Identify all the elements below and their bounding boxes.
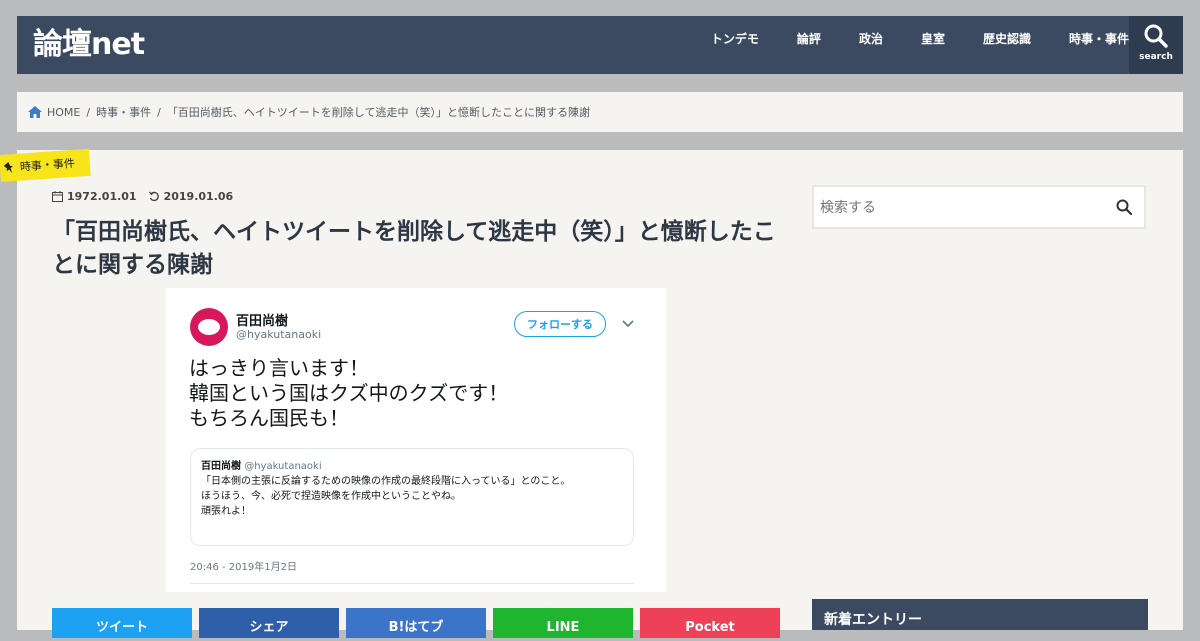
follow-button[interactable]: フォローする	[514, 311, 606, 337]
breadcrumb: HOME / 時事・事件 / 「百田尚樹氏、ヘイトツイートを削除して逃走中（笑）…	[17, 92, 1183, 132]
nav-item-jiji[interactable]: 時事・事件	[1069, 16, 1129, 74]
search-input[interactable]	[818, 195, 1102, 221]
site-logo[interactable]: 論壇net	[33, 30, 145, 60]
sidebar-search	[812, 185, 1146, 229]
tweet-divider	[190, 583, 634, 584]
update-icon	[148, 191, 159, 202]
breadcrumb-current: 「百田尚樹氏、ヘイトツイートを削除して逃走中（笑）」と憶断したことに関する陳謝	[166, 106, 590, 119]
nav-item-seiji[interactable]: 政治	[859, 16, 883, 74]
main-nav: トンデモ 論評 政治 皇室 歴史認識 時事・事件	[673, 16, 1129, 74]
quoted-tweet-line: ほうほう、今、必死で捏造映像を作成中ということやね。	[201, 491, 461, 502]
updated-date: 2019.01.06	[163, 190, 234, 203]
embedded-tweet: 百田尚樹 @hyakutanaoki フォローする はっきり言います！ 韓国とい…	[166, 288, 666, 592]
share-facebook-button[interactable]: シェア	[199, 608, 339, 638]
share-twitter-button[interactable]: ツイート	[52, 608, 192, 638]
share-line-button[interactable]: LINE	[493, 608, 633, 638]
chevron-down-icon[interactable]	[622, 319, 634, 329]
share-pocket-button[interactable]: Pocket	[640, 608, 780, 638]
breadcrumb-category[interactable]: 時事・事件	[96, 104, 151, 120]
site-header: 論壇net トンデモ 論評 政治 皇室 歴史認識 時事・事件 search	[17, 16, 1183, 74]
quoted-tweet-line: 「日本側の主張に反論するための映像の作成の最終段階に入っている」とのこと。	[201, 476, 571, 487]
quoted-author-handle: @hyakutanaoki	[244, 461, 322, 472]
tweet-author-handle[interactable]: @hyakutanaoki	[236, 328, 321, 341]
tweet-line: はっきり言います！	[189, 356, 369, 380]
article-dates: 1972.01.01 2019.01.06	[52, 190, 233, 203]
category-tag-label: 時事・事件	[19, 156, 76, 174]
nav-item-koshitsu[interactable]: 皇室	[921, 16, 945, 74]
quoted-tweet-header: 百田尚樹 @hyakutanaoki	[201, 459, 623, 474]
pin-icon	[3, 162, 13, 174]
header-search-button[interactable]: search	[1129, 16, 1183, 74]
nav-item-tondemo[interactable]: トンデモ	[711, 16, 759, 74]
share-buttons: ツイート シェア B!はてブ LINE Pocket	[52, 608, 787, 638]
tweet-text: はっきり言います！ 韓国という国はクズ中のクズです！ もちろん国民も！	[189, 356, 508, 431]
quoted-tweet[interactable]: 百田尚樹 @hyakutanaoki 「日本側の主張に反論するための映像の作成の…	[190, 448, 634, 546]
calendar-icon	[52, 191, 63, 202]
quoted-tweet-line: 頑張れよ！	[201, 506, 251, 517]
tweet-author-name[interactable]: 百田尚樹	[236, 310, 288, 329]
search-button-label: search	[1139, 52, 1173, 62]
nav-item-rekishi[interactable]: 歴史認識	[983, 16, 1031, 74]
published-date: 1972.01.01	[67, 190, 137, 203]
share-hatena-button[interactable]: B!はてブ	[346, 608, 486, 638]
article-title: 「百田尚樹氏、ヘイトツイートを削除して逃走中（笑）」と憶断したことに関する陳謝	[52, 219, 776, 278]
home-icon	[28, 106, 42, 118]
nav-item-ronpyo[interactable]: 論評	[797, 16, 821, 74]
quoted-author-name: 百田尚樹	[201, 461, 241, 472]
tweet-line: 韓国という国はクズ中のクズです！	[189, 381, 509, 405]
tweet-timestamp[interactable]: 20:46 - 2019年1月2日	[190, 558, 297, 573]
new-entries-heading: 新着エントリー	[812, 599, 1148, 630]
search-icon[interactable]	[1116, 199, 1132, 215]
breadcrumb-separator: /	[86, 105, 91, 119]
breadcrumb-home[interactable]: HOME	[47, 106, 80, 119]
tweet-line: もちろん国民も！	[189, 406, 349, 430]
search-icon	[1144, 24, 1168, 48]
avatar[interactable]	[190, 308, 228, 346]
breadcrumb-separator: /	[157, 105, 161, 119]
